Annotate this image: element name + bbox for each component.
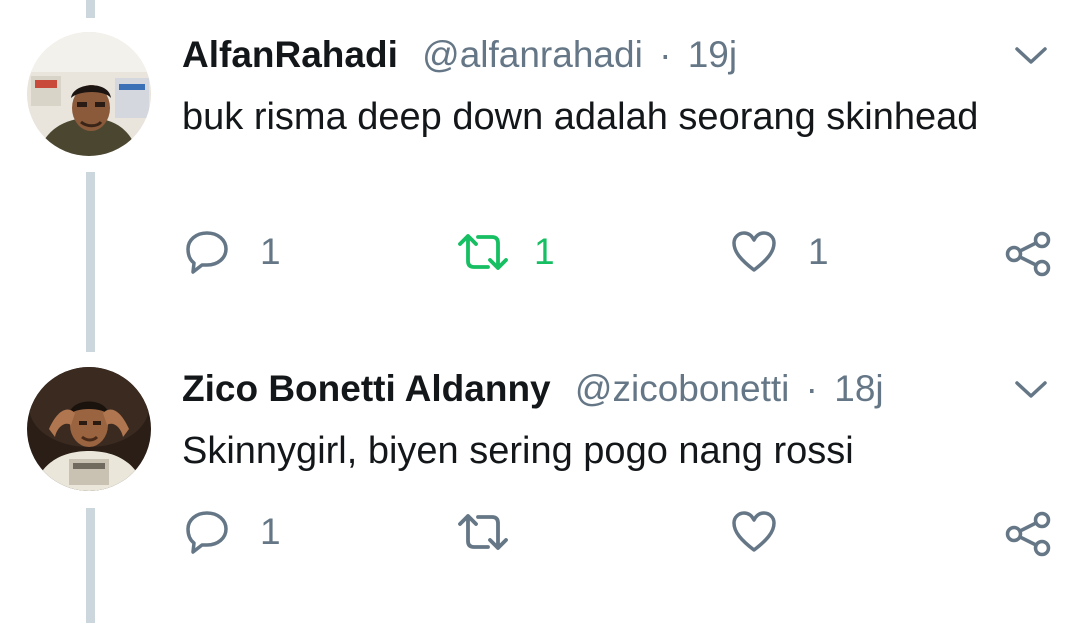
avatar[interactable] xyxy=(27,367,151,491)
reply-icon xyxy=(184,229,230,275)
reply-count: 1 xyxy=(260,231,281,272)
retweet-icon xyxy=(456,229,510,275)
retweet-icon xyxy=(456,509,510,555)
timestamp[interactable]: 19j xyxy=(688,34,737,75)
like-button[interactable] xyxy=(731,508,777,556)
display-name[interactable]: Zico Bonetti Aldanny xyxy=(182,368,551,409)
tweet-header: AlfanRahadi @alfanrahadi · 19j xyxy=(182,33,737,77)
reply-count: 1 xyxy=(260,511,281,552)
avatar[interactable] xyxy=(27,32,151,156)
heart-icon xyxy=(731,510,777,554)
separator-dot: · xyxy=(659,34,672,75)
heart-icon xyxy=(731,230,777,274)
tweet[interactable]: AlfanRahadi @alfanrahadi · 19j buk risma… xyxy=(0,0,1080,320)
share-button[interactable] xyxy=(1004,230,1052,278)
retweet-button[interactable]: 1 xyxy=(456,228,555,276)
tweet[interactable]: Zico Bonetti Aldanny @zicobonetti · 18j … xyxy=(0,352,1080,623)
separator-dot: · xyxy=(805,368,818,409)
share-icon xyxy=(1004,231,1052,277)
user-handle[interactable]: @zicobonetti xyxy=(575,368,789,409)
avatar-image xyxy=(27,367,151,491)
like-count: 1 xyxy=(808,231,829,272)
user-handle[interactable]: @alfanrahadi xyxy=(422,34,643,75)
tweet-text: Skinnygirl, biyen sering pogo nang rossi xyxy=(182,430,854,472)
share-button[interactable] xyxy=(1004,510,1052,558)
reply-button[interactable]: 1 xyxy=(184,228,281,276)
reply-button[interactable]: 1 xyxy=(184,508,281,556)
reply-icon xyxy=(184,509,230,555)
like-button[interactable]: 1 xyxy=(731,228,829,276)
tweet-header: Zico Bonetti Aldanny @zicobonetti · 18j xyxy=(182,367,884,411)
timestamp[interactable]: 18j xyxy=(834,368,883,409)
display-name[interactable]: AlfanRahadi xyxy=(182,34,398,75)
tweet-text: buk risma deep down adalah seorang skinh… xyxy=(182,96,979,138)
retweet-button[interactable] xyxy=(456,508,510,556)
share-icon xyxy=(1004,511,1052,557)
chevron-down-icon[interactable] xyxy=(1014,38,1048,72)
avatar-image xyxy=(27,32,151,156)
retweet-count: 1 xyxy=(534,231,555,272)
chevron-down-icon[interactable] xyxy=(1014,372,1048,406)
